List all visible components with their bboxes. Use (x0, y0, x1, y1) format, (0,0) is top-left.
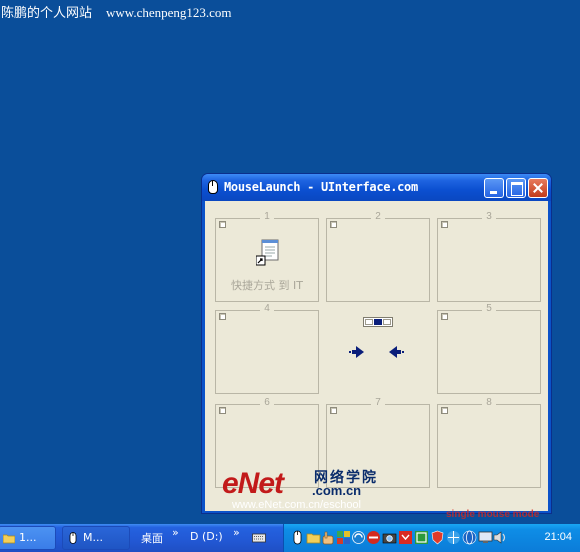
shield-icon[interactable] (398, 530, 413, 545)
maximize-button[interactable] (506, 178, 526, 198)
notepad-shortcut-icon[interactable] (256, 238, 280, 266)
task-label: 1... (19, 531, 37, 544)
window-title: MouseLaunch - UInterface.com (224, 180, 418, 194)
corner-watermark: single mouse mode (446, 509, 540, 520)
speaker-icon[interactable] (492, 530, 507, 545)
task-label: M... (83, 531, 103, 544)
mouse-icon[interactable] (208, 180, 218, 194)
slot-number: 6 (264, 397, 270, 408)
slot-checkbox[interactable] (219, 313, 226, 320)
desktop-caption: 陈鹏的个人网站 www.chenpeng123.com (1, 2, 232, 21)
stop-icon[interactable] (366, 530, 381, 545)
keyboard-icon[interactable] (252, 531, 266, 545)
site-owner-text: 陈鹏的个人网站 (1, 6, 93, 21)
arrow-left-icon[interactable] (388, 346, 404, 358)
watermark-domain: .com.cn (312, 483, 362, 498)
slot-checkbox[interactable] (219, 407, 226, 414)
slot-number: 7 (375, 397, 381, 408)
folder-icon[interactable] (306, 530, 321, 545)
sync-icon[interactable] (351, 530, 366, 545)
chevron-icon[interactable]: » (172, 526, 179, 539)
mode-segment-left[interactable] (365, 319, 373, 325)
site-url-text: www.chenpeng123.com (106, 5, 232, 20)
launch-slot-3[interactable]: 3 (437, 211, 541, 302)
close-button[interactable] (528, 178, 548, 198)
mode-segment-center[interactable] (374, 319, 382, 325)
drive-toolbar-label[interactable]: D (D:) (190, 530, 223, 543)
slot-number: 3 (486, 211, 492, 222)
firewall-icon[interactable] (414, 530, 429, 545)
mouse-icon[interactable] (290, 530, 305, 545)
clock[interactable]: 21:04 (544, 531, 572, 543)
minimize-button[interactable] (484, 178, 504, 198)
launch-slot-4[interactable]: 4 (215, 303, 319, 394)
launch-slot-5[interactable]: 5 (437, 303, 541, 394)
hand-icon[interactable] (321, 530, 336, 545)
desktop-toolbar-label[interactable]: 桌面 (141, 530, 163, 546)
window-titlebar[interactable]: MouseLaunch - UInterface.com (202, 174, 551, 201)
slot-checkbox[interactable] (441, 407, 448, 414)
watermark-url: www.eNet.com.cn/eschool (232, 499, 361, 511)
security-shield-icon[interactable] (430, 530, 445, 545)
taskbar-button-mouselaunch[interactable]: M... (62, 526, 130, 550)
mouse-icon (69, 532, 77, 544)
slot-number: 5 (486, 303, 492, 314)
taskbar-button-folder[interactable]: 1... (0, 526, 56, 550)
folder-icon (3, 534, 15, 544)
slot-checkbox[interactable] (330, 407, 337, 414)
system-tray: 21:04 (283, 524, 580, 552)
camera-icon[interactable] (382, 530, 397, 545)
mode-segment-right[interactable] (383, 319, 391, 325)
slot-checkbox[interactable] (441, 313, 448, 320)
mode-selector[interactable] (363, 317, 393, 327)
slot-number: 4 (264, 303, 270, 314)
network-icon[interactable] (446, 530, 461, 545)
enet-watermark: eNet 网络学院 .com.cn www.eNet.com.cn/eschoo… (222, 463, 392, 513)
grid-app-icon[interactable] (336, 530, 351, 545)
chevron-icon[interactable]: » (233, 526, 240, 539)
computer-icon[interactable] (478, 530, 493, 545)
watermark-brand: eNet (222, 467, 284, 500)
launch-slot-1[interactable]: 1 快捷方式 到 IT (215, 211, 319, 302)
slot-checkbox[interactable] (330, 221, 337, 228)
taskbar: 1... M... 桌面 » D (D:) » 21:04 (0, 524, 580, 552)
globe-icon[interactable] (462, 530, 477, 545)
slot-number: 8 (486, 397, 492, 408)
arrow-right-icon[interactable] (349, 346, 365, 358)
slot-checkbox[interactable] (441, 221, 448, 228)
slot-label: 快捷方式 到 IT (231, 279, 303, 292)
slot-checkbox[interactable] (219, 221, 226, 228)
launch-slot-8[interactable]: 8 (437, 397, 541, 488)
slot-number: 2 (375, 211, 381, 222)
slot-number: 1 (264, 211, 270, 222)
launch-slot-2[interactable]: 2 (326, 211, 430, 302)
